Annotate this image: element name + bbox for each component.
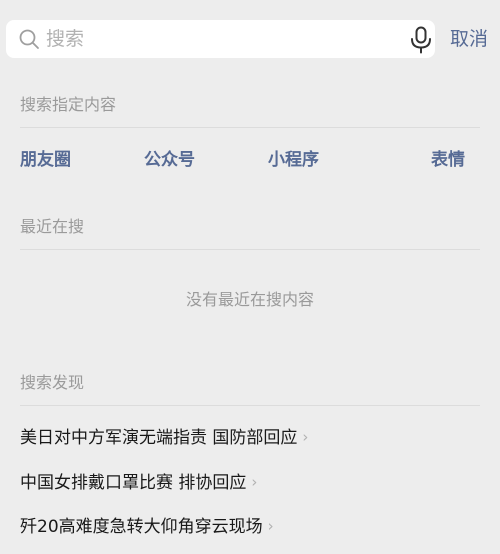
divider bbox=[20, 127, 480, 128]
search-box[interactable] bbox=[6, 20, 435, 58]
section-title-recent: 最近在搜 bbox=[20, 217, 85, 236]
type-stickers[interactable]: 表情 bbox=[431, 149, 465, 171]
search-input[interactable] bbox=[46, 20, 396, 58]
recent-empty-text: 没有最近在搜内容 bbox=[185, 290, 314, 309]
chevron-right-icon: › bbox=[267, 517, 274, 535]
section-title-specified: 搜索指定内容 bbox=[20, 95, 117, 114]
divider bbox=[20, 249, 480, 250]
type-official-accounts[interactable]: 公众号 bbox=[144, 149, 195, 171]
discover-item[interactable]: 歼20高难度急转大仰角穿云现场 › bbox=[20, 515, 274, 538]
microphone-icon[interactable] bbox=[408, 26, 434, 54]
search-icon bbox=[19, 29, 39, 49]
discover-item[interactable]: 中国女排戴口罩比赛 排协回应 › bbox=[20, 471, 257, 494]
discover-item[interactable]: 美日对中方军演无端指责 国防部回应 › bbox=[20, 426, 308, 449]
type-moments[interactable]: 朋友圈 bbox=[20, 149, 71, 171]
type-mini-programs[interactable]: 小程序 bbox=[268, 149, 319, 171]
discover-item-label: 美日对中方军演无端指责 国防部回应 bbox=[20, 428, 298, 448]
section-title-discover: 搜索发现 bbox=[20, 373, 85, 392]
cancel-button[interactable]: 取消 bbox=[450, 27, 488, 51]
divider bbox=[20, 405, 480, 406]
discover-item-label: 中国女排戴口罩比赛 排协回应 bbox=[20, 473, 247, 493]
discover-item-label: 歼20高难度急转大仰角穿云现场 bbox=[20, 517, 263, 537]
chevron-right-icon: › bbox=[302, 428, 309, 446]
chevron-right-icon: › bbox=[251, 473, 258, 491]
search-bar: 取消 bbox=[0, 0, 500, 78]
